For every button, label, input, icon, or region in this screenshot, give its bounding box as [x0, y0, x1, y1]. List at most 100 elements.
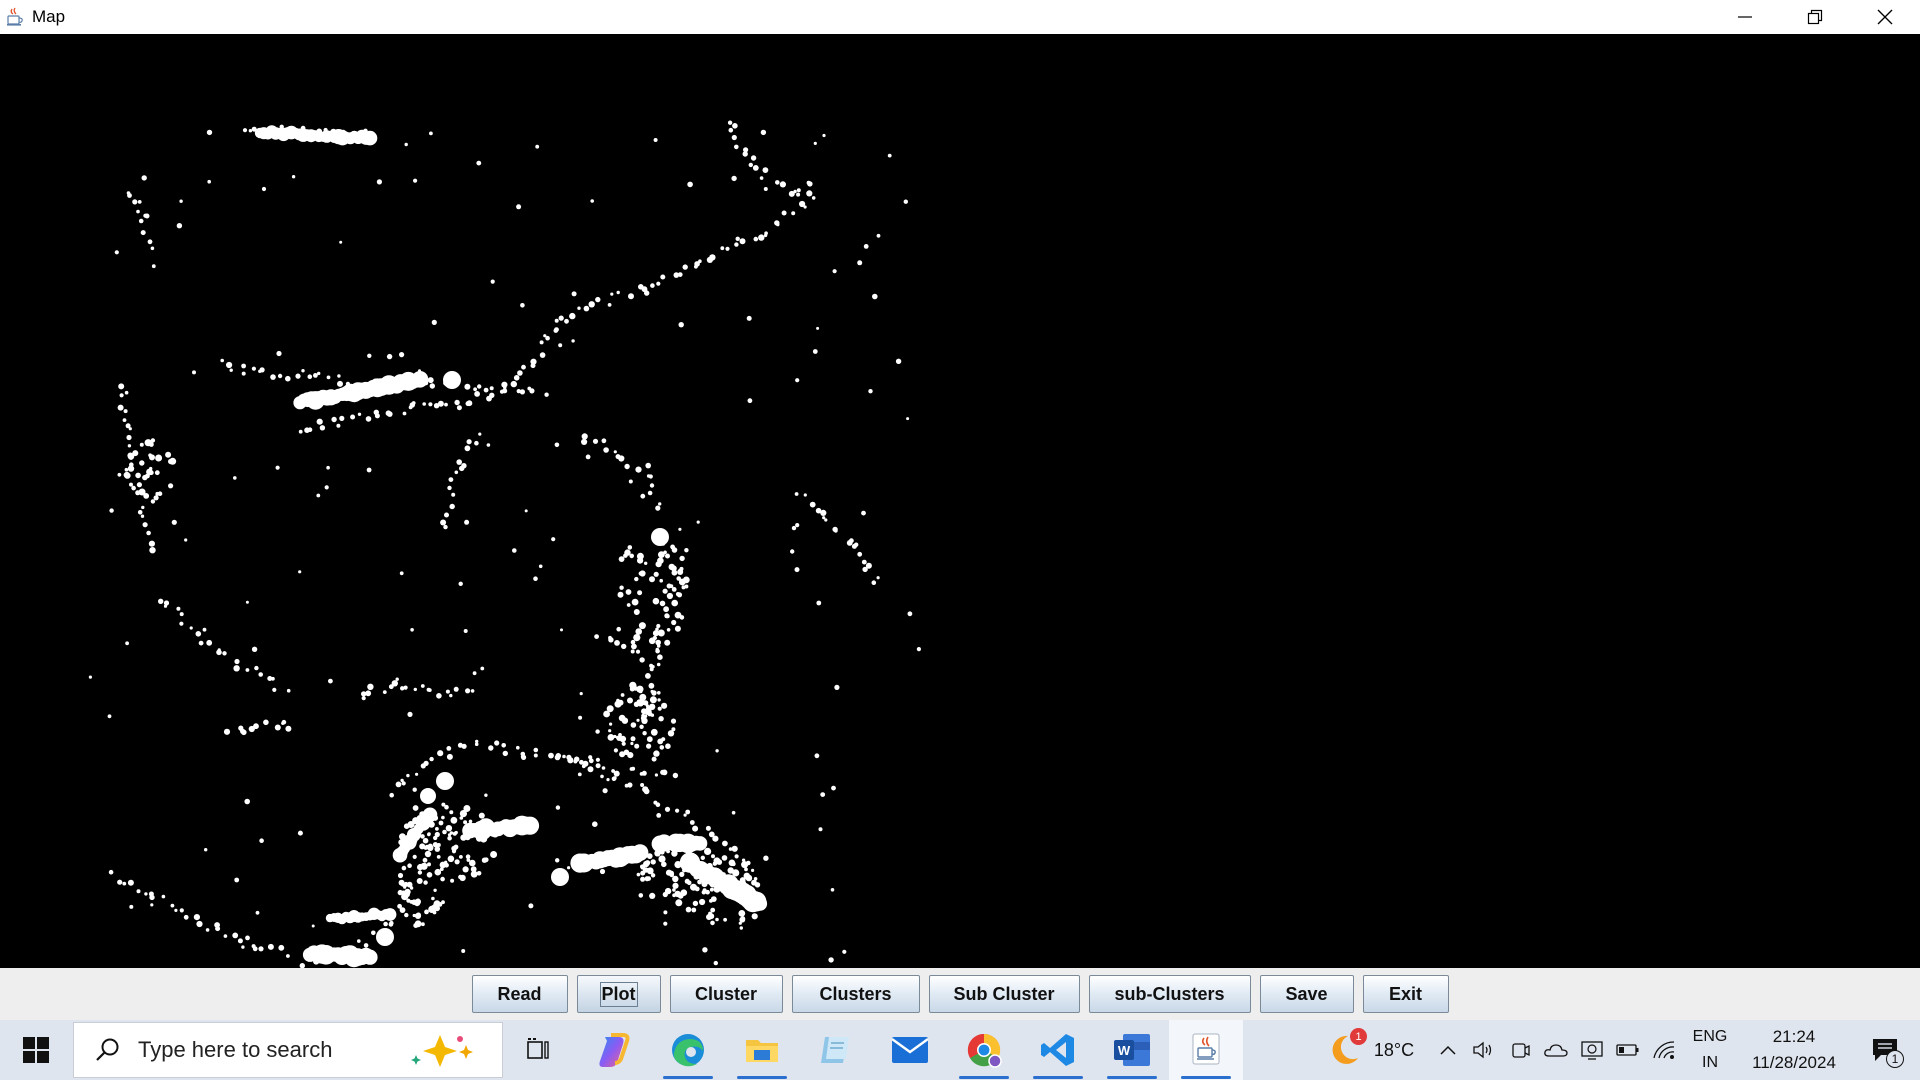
map-point [675, 899, 683, 907]
clusters-button[interactable]: Clusters [791, 975, 920, 1013]
map-point [158, 598, 164, 604]
map-point [454, 859, 460, 865]
restore-icon[interactable] [1780, 0, 1850, 34]
map-point [459, 816, 464, 820]
map-point [601, 766, 606, 770]
clock-time: 21:24 [1772, 1027, 1816, 1046]
read-button[interactable]: Read [471, 975, 568, 1013]
meet-now-icon[interactable] [1502, 1020, 1538, 1080]
map-point [427, 377, 434, 384]
map-canvas[interactable] [0, 34, 1920, 968]
map-point [857, 551, 863, 557]
file-explorer-icon[interactable] [725, 1020, 799, 1080]
map-point [125, 641, 129, 646]
map-point [151, 264, 156, 269]
map-point [136, 482, 142, 488]
map-point [636, 718, 640, 722]
map-point [687, 181, 693, 188]
map-point [676, 592, 683, 598]
map-point [876, 233, 881, 238]
exit-button[interactable]: Exit [1362, 975, 1449, 1013]
map-point [141, 505, 145, 510]
map-point [633, 634, 641, 642]
map-point [437, 750, 444, 757]
map-point [661, 737, 666, 742]
sub-cluster-button[interactable]: Sub Cluster [928, 975, 1080, 1013]
mail-icon[interactable] [873, 1020, 947, 1080]
map-point [578, 715, 583, 720]
map-point [630, 722, 637, 728]
map-point [895, 358, 902, 364]
map-point [459, 855, 463, 859]
map-point [558, 343, 563, 348]
map-point [753, 236, 759, 242]
edge-icon[interactable] [651, 1020, 725, 1080]
map-point [295, 373, 301, 379]
wifi-icon[interactable] [1646, 1020, 1682, 1080]
windows-start-icon[interactable] [0, 1020, 72, 1080]
map-point [763, 233, 768, 238]
map-point [432, 910, 437, 915]
word-icon[interactable]: W [1095, 1020, 1169, 1080]
plot-button[interactable]: Plot [576, 975, 661, 1013]
map-point [658, 716, 664, 722]
weather-widget[interactable]: 1 18°C [1310, 1020, 1430, 1080]
map-point [624, 463, 630, 470]
map-point [242, 128, 248, 133]
map-point [163, 600, 170, 606]
map-point [399, 907, 406, 913]
map-point [555, 805, 561, 810]
sub-clusters-button[interactable]: sub-Clusters [1088, 975, 1251, 1013]
map-point [516, 204, 522, 210]
map-point [241, 371, 246, 376]
map-point [654, 773, 659, 777]
task-view-icon[interactable] [503, 1020, 577, 1080]
map-point [760, 129, 767, 136]
show-hidden-icons-chevron-icon[interactable] [1430, 1020, 1466, 1080]
map-point [419, 843, 426, 850]
cluster-button[interactable]: Cluster [669, 975, 783, 1013]
battery-icon[interactable] [1610, 1020, 1646, 1080]
map-point [643, 714, 648, 718]
map-point [529, 388, 535, 394]
map-point [434, 846, 441, 852]
map-point [189, 626, 193, 630]
notification-center-icon[interactable]: 1 [1850, 1020, 1920, 1080]
display-sync-icon[interactable] [1574, 1020, 1610, 1080]
map-point [140, 230, 146, 236]
map-point [155, 454, 163, 462]
map-point [795, 378, 800, 383]
map-point [469, 859, 476, 867]
vscode-icon[interactable] [1021, 1020, 1095, 1080]
map-point [215, 926, 221, 932]
map-point [285, 375, 291, 382]
plot-button-label: Plot [599, 981, 638, 1007]
notepad-icon[interactable] [799, 1020, 873, 1080]
map-point [465, 401, 471, 407]
map-point [245, 935, 250, 941]
clock[interactable]: 21:24 11/28/2024 [1738, 1020, 1850, 1080]
save-button[interactable]: Save [1259, 975, 1354, 1013]
map-point [414, 900, 421, 907]
map-point [411, 371, 429, 388]
map-point [140, 514, 145, 518]
onedrive-icon[interactable] [1538, 1020, 1574, 1080]
input-language-indicator[interactable]: ENG IN [1682, 1020, 1738, 1080]
map-point [539, 352, 546, 358]
java-icon[interactable] [1169, 1020, 1243, 1080]
title-bar[interactable]: Map [0, 0, 1920, 34]
map-point [244, 798, 250, 805]
minimize-icon[interactable] [1710, 0, 1780, 34]
map-point [672, 888, 676, 892]
chrome-icon[interactable] [947, 1020, 1021, 1080]
map-point [122, 418, 127, 422]
taskbar-search-box[interactable]: Type here to search [73, 1022, 503, 1078]
volume-icon[interactable] [1466, 1020, 1502, 1080]
map-point [659, 745, 665, 750]
map-point [141, 175, 147, 181]
copilot-icon[interactable] [577, 1020, 651, 1080]
map-point [649, 892, 656, 900]
map-point [422, 857, 428, 863]
map-point [700, 855, 705, 860]
close-icon[interactable] [1850, 0, 1920, 34]
